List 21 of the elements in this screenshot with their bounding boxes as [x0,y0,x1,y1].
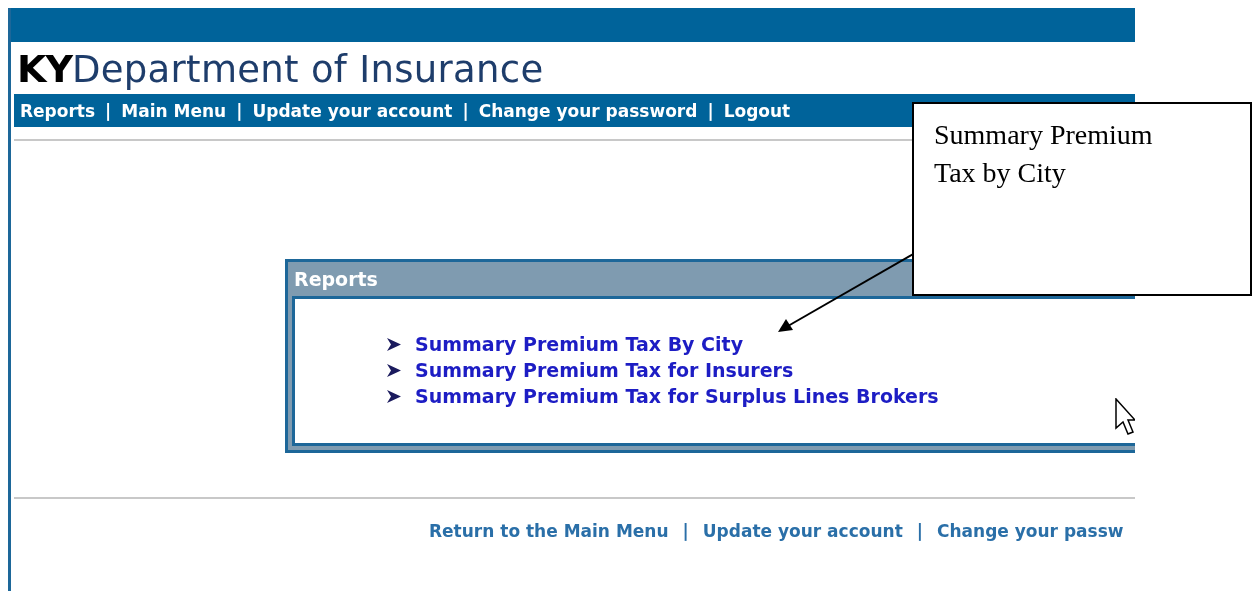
report-link[interactable]: Summary Premium Tax By City [415,333,744,355]
nav-link[interactable]: Main Menu [121,100,227,121]
nav-link[interactable]: Logout [723,100,791,121]
site-title: Department of Insurance [71,49,544,91]
footer-link[interactable]: Return to the Main Menu [429,521,669,541]
footer-link[interactable]: Change your passw [937,521,1124,541]
nav-link[interactable]: Change your password [478,100,698,121]
separator: | [105,100,112,121]
separator: | [707,100,714,121]
report-link[interactable]: Summary Premium Tax for Surplus Lines Brokers [415,385,939,407]
nav-link[interactable]: Update your account [252,100,453,121]
report-link[interactable]: Summary Premium Tax for Insurers [415,359,794,381]
separator: | [236,100,243,121]
footer-link[interactable]: Update your account [702,521,903,541]
panel-title: Reports [293,267,379,292]
separator: | [682,521,689,541]
separator: | [462,100,469,121]
callout-box: Summary Premium Tax by City [912,102,1252,296]
separator: | [916,521,923,541]
nav-link[interactable]: Reports [20,100,96,121]
logo-prefix: KY [17,48,72,90]
